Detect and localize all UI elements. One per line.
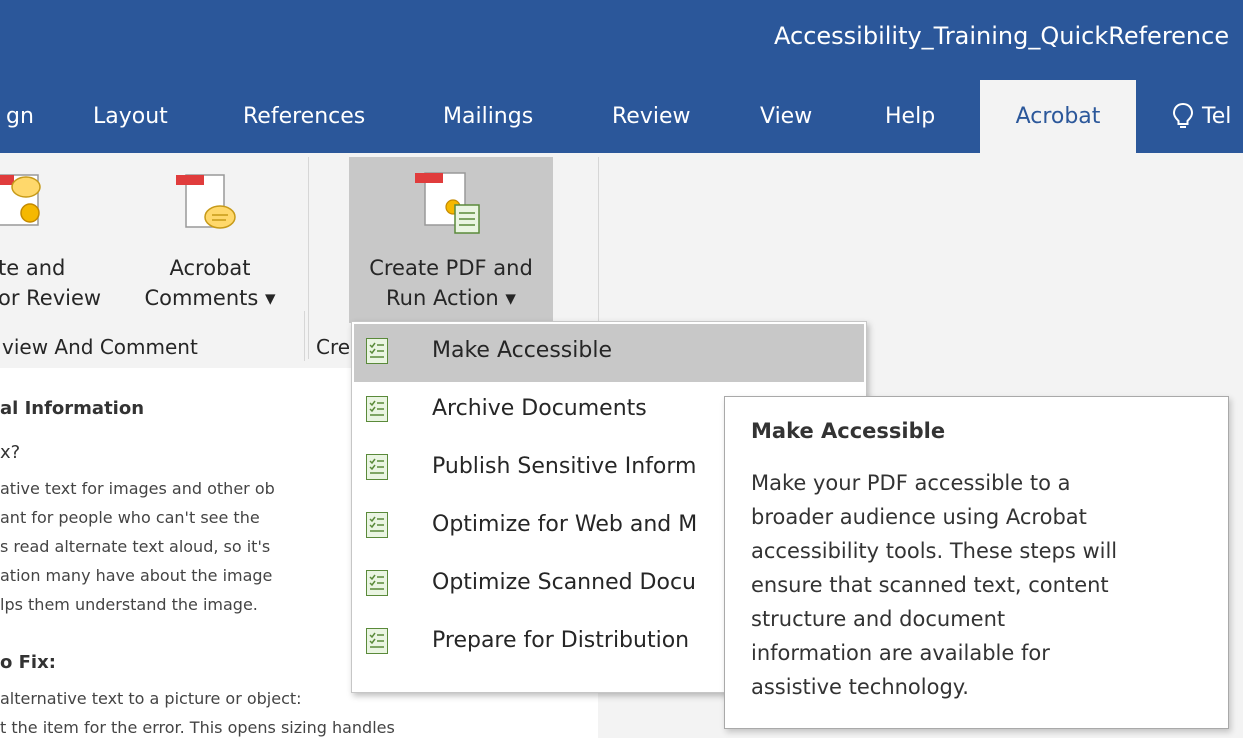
- create-and-send-for-review-button[interactable]: te and or Review: [0, 157, 118, 333]
- tab-mailings[interactable]: Mailings: [443, 80, 533, 153]
- window-title: Accessibility_Training_QuickReference: [774, 22, 1230, 50]
- group-label-create: Cre: [316, 335, 351, 359]
- create-send-label-2: or Review: [0, 286, 102, 310]
- doc-paragraph-line: ative text for images and other ob: [0, 479, 275, 498]
- tab-references[interactable]: References: [243, 80, 365, 153]
- acrobat-comments-button[interactable]: Acrobat Comments ▾: [126, 157, 294, 333]
- title-bar: Accessibility_Training_QuickReference: [0, 0, 1243, 80]
- menu-item-make-accessible[interactable]: Make Accessible: [354, 324, 864, 382]
- menu-item-label: Make Accessible: [432, 338, 612, 363]
- doc-fix-heading: o Fix:: [0, 652, 56, 673]
- tell-me-label: Tel: [1202, 104, 1232, 129]
- tooltip-line: information are available for: [751, 641, 1050, 665]
- checklist-icon: [366, 512, 388, 538]
- tab-review[interactable]: Review: [612, 80, 691, 153]
- comments-icon: [176, 174, 236, 229]
- tooltip-line: assistive technology.: [751, 675, 969, 699]
- create-pdf-and-run-action-button[interactable]: Create PDF and Run Action ▾: [349, 157, 553, 323]
- doc-paragraph-line: ant for people who can't see the: [0, 508, 260, 527]
- ribbon-tabs: gn Layout References Mailings Review Vie…: [0, 80, 1243, 153]
- checklist-icon: [366, 454, 388, 480]
- group-label-review-comment: view And Comment: [2, 335, 198, 359]
- create-pdf-label: Create PDF and: [369, 256, 533, 280]
- ribbon-separator: [308, 157, 309, 359]
- tab-acrobat[interactable]: Acrobat: [980, 80, 1136, 153]
- tooltip-line: Make your PDF accessible to a: [751, 471, 1071, 495]
- tooltip-line: accessibility tools. These steps will: [751, 539, 1118, 563]
- lightbulb-icon: [1172, 102, 1194, 128]
- run-action-label: Run Action ▾: [386, 286, 516, 310]
- menu-item-label: Publish Sensitive Inform: [432, 454, 697, 479]
- tooltip-line: ensure that scanned text, content: [751, 573, 1109, 597]
- doc-paragraph-line: s read alternate text aloud, so it's: [0, 537, 271, 556]
- doc-paragraph-line: ation many have about the image: [0, 566, 273, 585]
- checklist-icon: [366, 396, 388, 422]
- tooltip-line: broader audience using Acrobat: [751, 505, 1087, 529]
- acrobat-label: Acrobat: [169, 256, 251, 280]
- doc-fix-line: alternative text to a picture or object:: [0, 689, 302, 708]
- checklist-icon: [366, 570, 388, 596]
- doc-fix-line: t the item for the error. This opens siz…: [0, 718, 395, 737]
- menu-item-label: Optimize for Web and M: [432, 512, 698, 537]
- tab-view[interactable]: View: [760, 80, 812, 153]
- tooltip-line: structure and document: [751, 607, 1006, 631]
- tab-layout[interactable]: Layout: [93, 80, 168, 153]
- menu-item-label: Optimize Scanned Docu: [432, 570, 696, 595]
- checklist-icon: [366, 338, 388, 364]
- doc-paragraph-line: lps them understand the image.: [0, 595, 258, 614]
- menu-item-label: Prepare for Distribution: [432, 628, 690, 653]
- ribbon-separator: [304, 311, 305, 361]
- send-for-review-icon: [0, 174, 41, 226]
- doc-subheading: x?: [0, 442, 21, 463]
- create-send-label-1: te and: [0, 256, 66, 280]
- tab-tell-me[interactable]: Tel: [1168, 80, 1243, 153]
- doc-heading: al Information: [0, 398, 145, 419]
- tooltip: Make Accessible Make your PDF accessible…: [724, 396, 1229, 729]
- tooltip-title: Make Accessible: [751, 419, 946, 443]
- create-pdf-action-icon: [415, 172, 480, 234]
- menu-item-label: Archive Documents: [432, 396, 647, 421]
- tab-design[interactable]: gn: [6, 80, 34, 153]
- comments-label: Comments ▾: [144, 286, 276, 310]
- tab-help[interactable]: Help: [885, 80, 935, 153]
- checklist-icon: [366, 628, 388, 654]
